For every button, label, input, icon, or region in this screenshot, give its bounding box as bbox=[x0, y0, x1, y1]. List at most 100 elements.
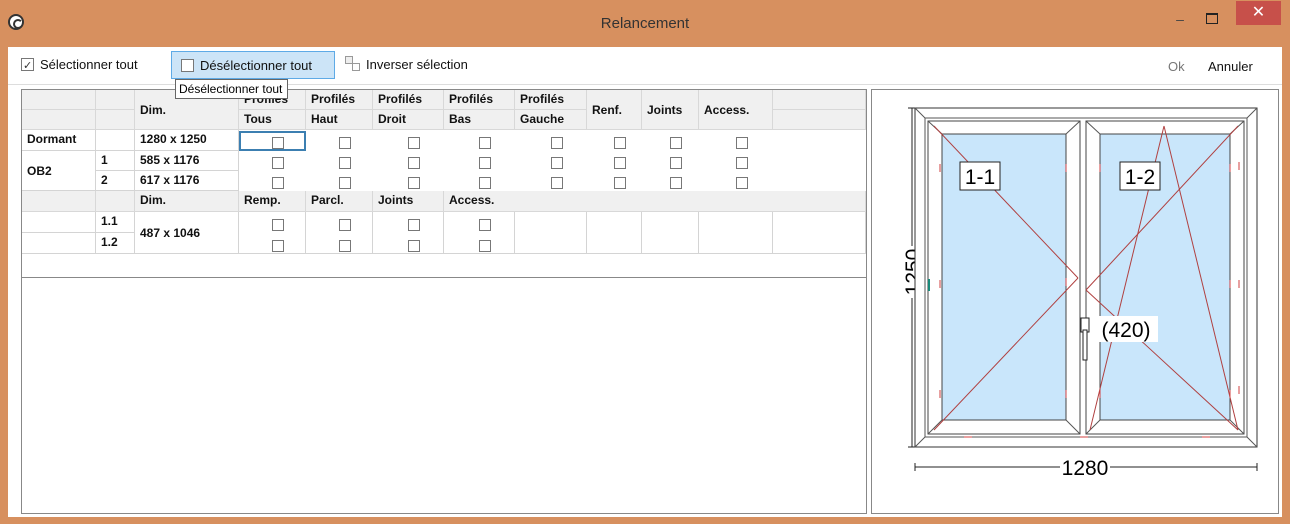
invert-selection-icon bbox=[345, 56, 362, 73]
row-checkbox[interactable] bbox=[272, 219, 284, 231]
deselect-all-label: Désélectionner tout bbox=[200, 58, 313, 73]
header-cell bbox=[22, 191, 96, 212]
header-cell bbox=[773, 110, 866, 130]
invert-selection-label: Inverser sélection bbox=[366, 57, 468, 72]
row-checkbox[interactable] bbox=[479, 137, 491, 149]
row-checkbox[interactable] bbox=[614, 137, 626, 149]
ok-button[interactable]: Ok bbox=[1168, 59, 1185, 74]
row-dim: 487 x 1046 bbox=[135, 212, 239, 254]
checkbox-checked-icon bbox=[21, 52, 34, 80]
dialog-body: Sélectionner tout Désélectionner tout In… bbox=[8, 47, 1282, 517]
row-checkbox[interactable] bbox=[339, 177, 351, 189]
sash-1-label: 1-1 bbox=[965, 166, 995, 189]
row-dim: 617 x 1176 bbox=[135, 171, 239, 191]
row-checkbox[interactable] bbox=[479, 157, 491, 169]
table-cell bbox=[515, 212, 587, 254]
header-cell bbox=[22, 110, 96, 130]
row-checkbox[interactable] bbox=[670, 137, 682, 149]
handle-height-label: (420) bbox=[1101, 319, 1150, 342]
row-checkbox[interactable] bbox=[479, 219, 491, 231]
header-reinforcement: Renf. bbox=[587, 90, 642, 130]
row-checkbox[interactable] bbox=[736, 177, 748, 189]
row-sub: 1 bbox=[96, 151, 135, 171]
checkbox-unchecked-icon bbox=[181, 59, 194, 72]
window-drawing: 1280 1250 1-1 1-2 (420) bbox=[901, 107, 1258, 480]
row-checkbox[interactable] bbox=[408, 240, 420, 252]
row-sub: 1.2 bbox=[96, 233, 135, 254]
header-top: Haut bbox=[306, 110, 373, 130]
row-checkbox[interactable] bbox=[614, 157, 626, 169]
sash-2-label: 1-2 bbox=[1125, 166, 1155, 189]
header-cell bbox=[773, 90, 866, 110]
close-button[interactable]: ✕ bbox=[1236, 1, 1281, 25]
row-checkbox[interactable] bbox=[736, 157, 748, 169]
row-sub bbox=[96, 130, 135, 151]
deselect-all-button[interactable]: Désélectionner tout bbox=[171, 51, 335, 79]
table-cell bbox=[22, 212, 96, 233]
selection-grid: Dim. Profilés Profilés Profilés Profilés… bbox=[21, 89, 867, 514]
handle-grip bbox=[1082, 329, 1088, 361]
row-checkbox[interactable] bbox=[670, 177, 682, 189]
row-checkbox[interactable] bbox=[272, 177, 284, 189]
header-profiles-bottom: Profilés bbox=[444, 90, 515, 110]
subheader-accessories: Access. bbox=[444, 191, 866, 212]
row-checkbox[interactable] bbox=[670, 157, 682, 169]
row-checkbox[interactable] bbox=[408, 177, 420, 189]
table-cell bbox=[587, 212, 642, 254]
row-dim: 1280 x 1250 bbox=[135, 130, 239, 151]
row-checkbox[interactable] bbox=[339, 137, 351, 149]
maximize-button[interactable] bbox=[1200, 8, 1222, 32]
hinge-mark bbox=[928, 279, 930, 291]
row-checkbox[interactable] bbox=[339, 219, 351, 231]
subheader-joints: Joints bbox=[373, 191, 444, 212]
row-sub: 2 bbox=[96, 171, 135, 191]
header-joints: Joints bbox=[642, 90, 699, 130]
title-bar: Relancement – ✕ bbox=[0, 0, 1290, 46]
row-checkbox[interactable] bbox=[339, 157, 351, 169]
tooltip: Désélectionner tout bbox=[175, 79, 288, 99]
row-checkbox[interactable] bbox=[272, 157, 284, 169]
table-cell bbox=[22, 233, 96, 254]
header-profiles-top: Profilés bbox=[306, 90, 373, 110]
header-profiles-left: Profilés bbox=[515, 90, 587, 110]
header-profiles-right: Profilés bbox=[373, 90, 444, 110]
row-checkbox[interactable] bbox=[551, 137, 563, 149]
row-label-ob2: OB2 bbox=[22, 151, 96, 191]
cancel-button[interactable]: Annuler bbox=[1208, 59, 1253, 74]
row-checkbox[interactable] bbox=[339, 240, 351, 252]
row-checkbox[interactable] bbox=[408, 137, 420, 149]
table-cell bbox=[773, 212, 866, 254]
row-checkbox[interactable] bbox=[408, 219, 420, 231]
row-checkbox[interactable] bbox=[272, 137, 284, 149]
row-checkbox[interactable] bbox=[551, 157, 563, 169]
window-drawing-panel: 1280 1250 1-1 1-2 (420) bbox=[871, 89, 1279, 514]
subheader-beads: Parcl. bbox=[306, 191, 373, 212]
subheader-filling: Remp. bbox=[239, 191, 306, 212]
table-cell bbox=[699, 212, 773, 254]
table-cell bbox=[642, 212, 699, 254]
invert-selection-button[interactable]: Inverser sélection bbox=[338, 51, 488, 79]
minimize-button[interactable]: – bbox=[1169, 8, 1191, 32]
row-checkbox[interactable] bbox=[736, 137, 748, 149]
row-label-dormant: Dormant bbox=[22, 130, 96, 151]
header-cell bbox=[22, 90, 96, 110]
row-checkbox[interactable] bbox=[614, 177, 626, 189]
row-checkbox[interactable] bbox=[551, 177, 563, 189]
header-accessories: Access. bbox=[699, 90, 773, 130]
header-cell bbox=[96, 90, 135, 110]
header-bottom: Bas bbox=[444, 110, 515, 130]
header-left: Gauche bbox=[515, 110, 587, 130]
header-cell bbox=[96, 110, 135, 130]
width-label: 1280 bbox=[1062, 457, 1109, 480]
row-checkbox[interactable] bbox=[408, 157, 420, 169]
select-all-button[interactable]: Sélectionner tout bbox=[12, 51, 170, 80]
header-cell bbox=[96, 191, 135, 212]
row-sub: 1.1 bbox=[96, 212, 135, 233]
header-right: Droit bbox=[373, 110, 444, 130]
row-checkbox[interactable] bbox=[479, 240, 491, 252]
row-checkbox[interactable] bbox=[479, 177, 491, 189]
subheader-dim: Dim. bbox=[135, 191, 239, 212]
row-checkbox[interactable] bbox=[272, 240, 284, 252]
header-all: Tous bbox=[239, 110, 306, 130]
select-all-label: Sélectionner tout bbox=[40, 57, 138, 72]
